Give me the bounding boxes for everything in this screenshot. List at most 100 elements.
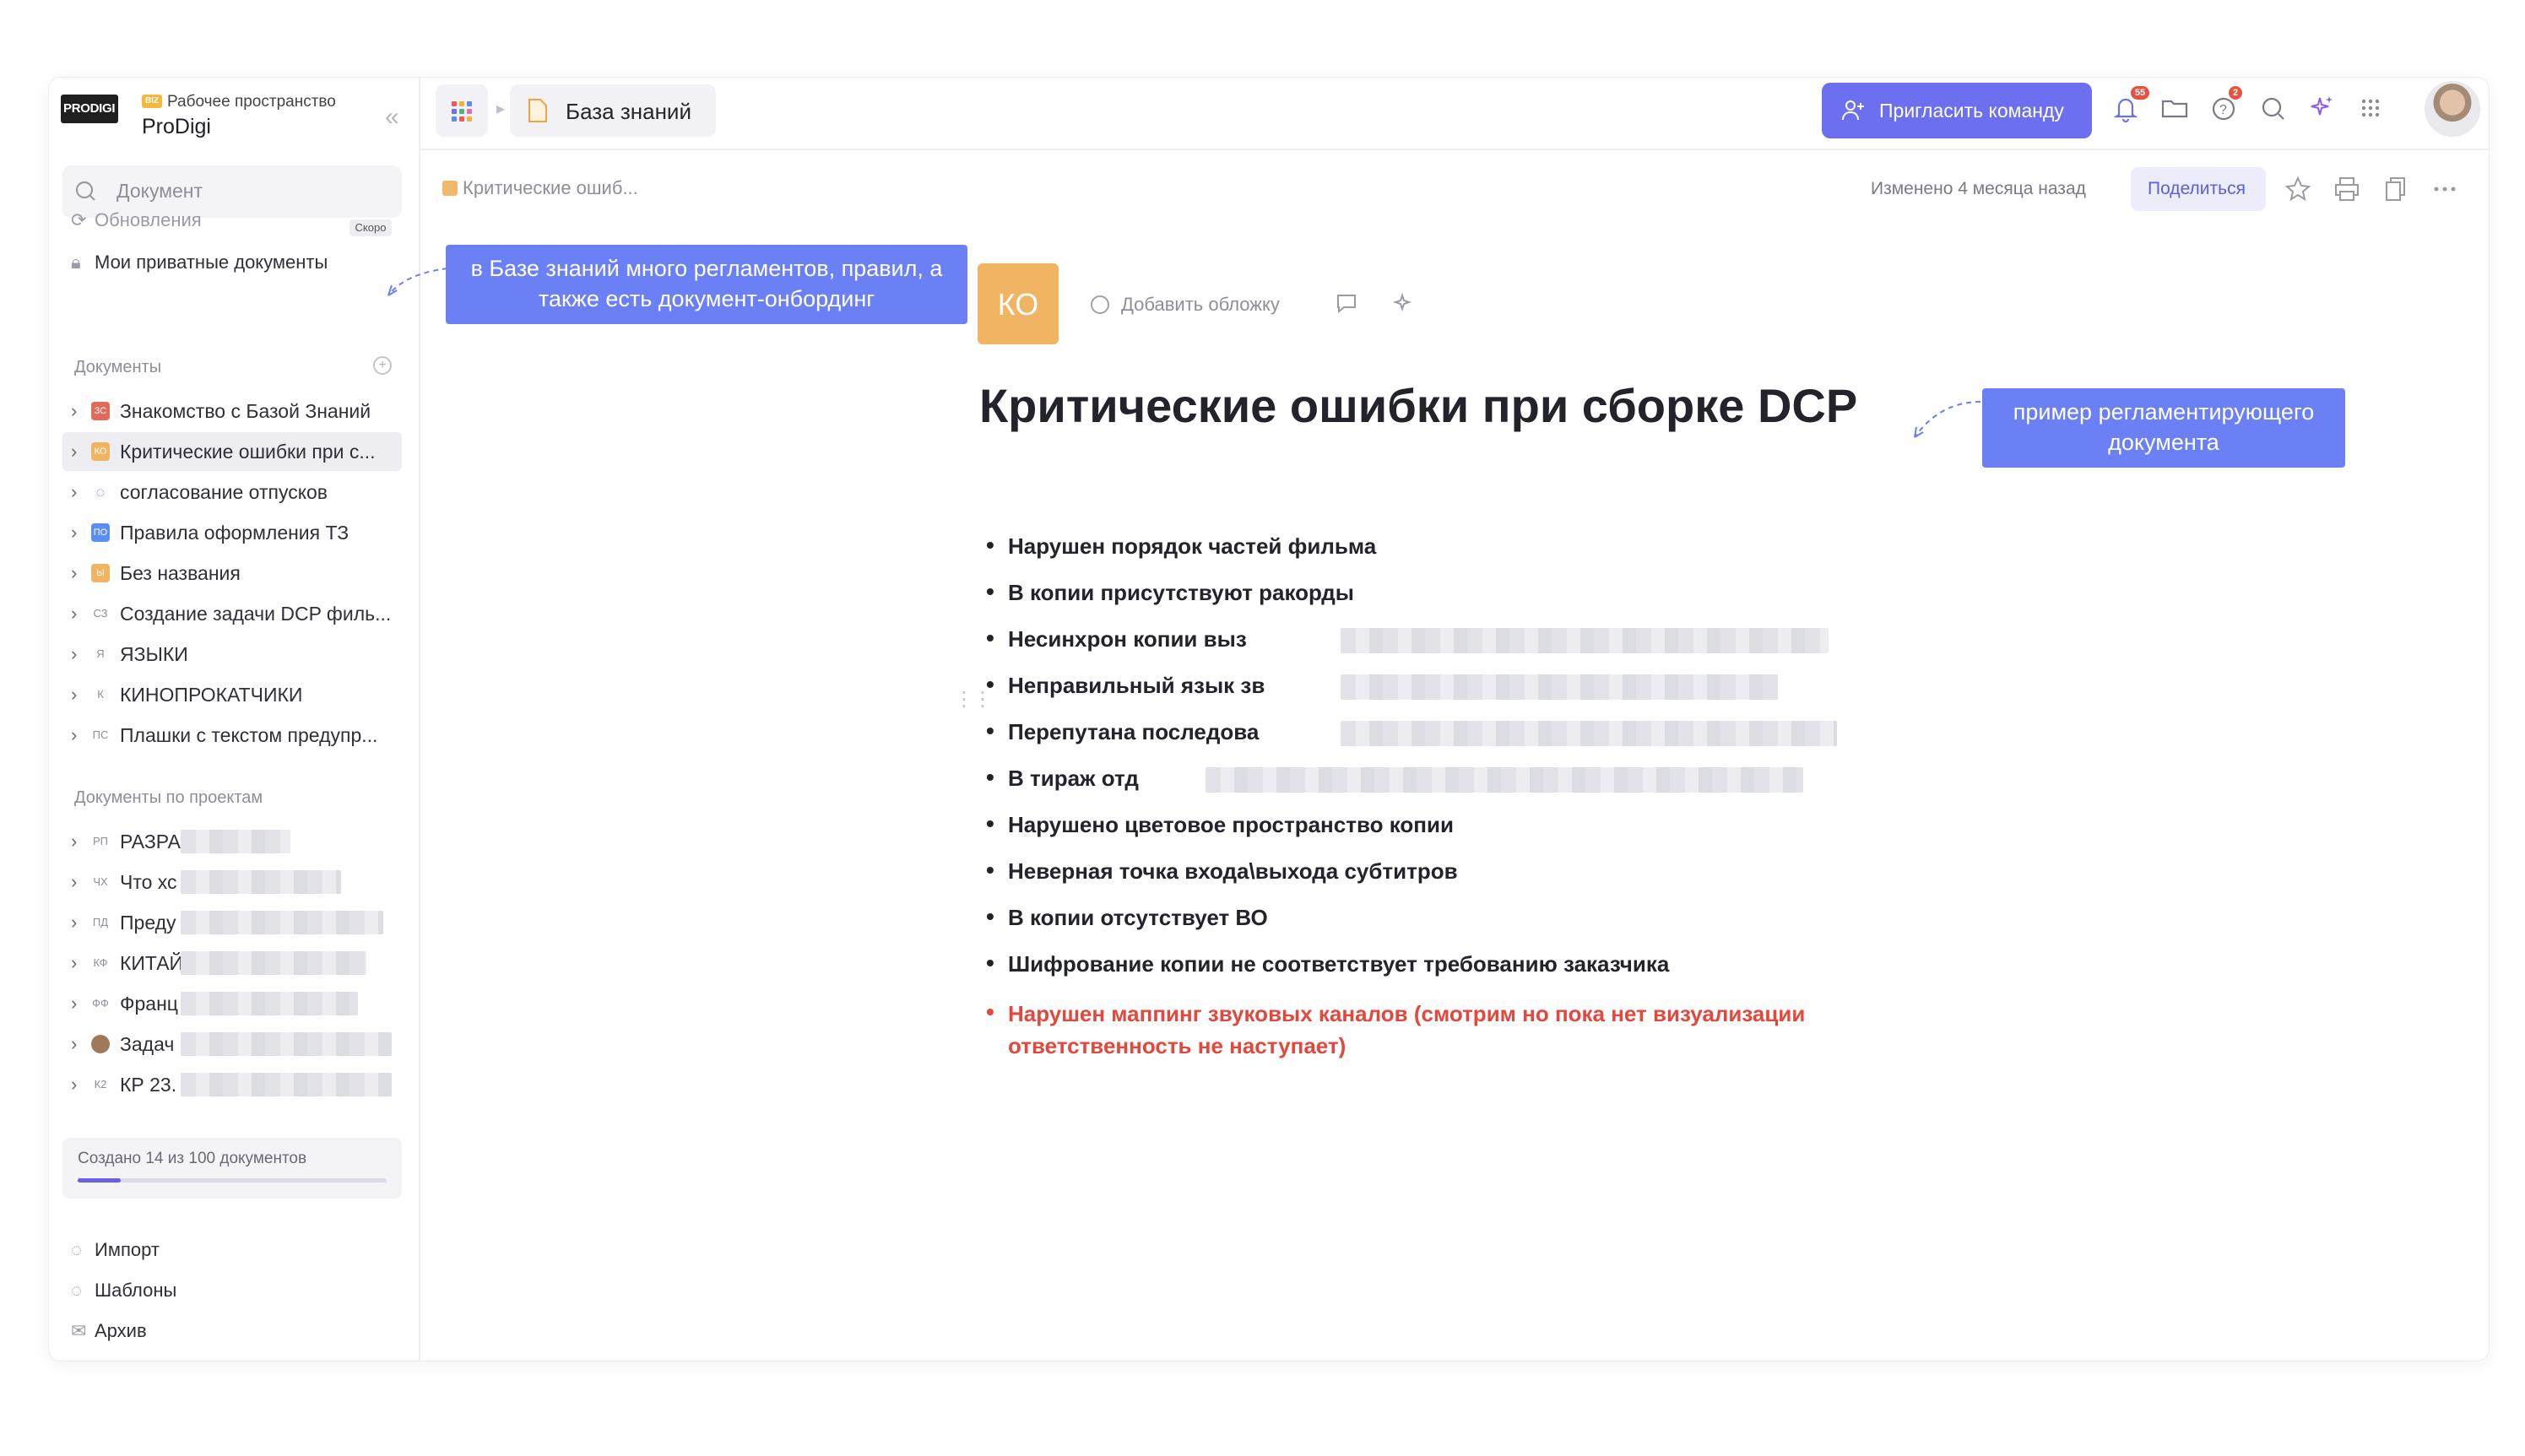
soon-badge: Скоро <box>349 219 392 236</box>
bullet-item[interactable]: Нарушен порядок частей фильма <box>986 532 1376 560</box>
apps-menu-button[interactable] <box>436 84 488 137</box>
document-icon <box>528 99 547 122</box>
sidebar-doc-label: ЯЗЫКИ <box>120 643 188 665</box>
redacted-text <box>181 911 383 934</box>
refresh-icon: ⟳ <box>71 209 87 230</box>
annotation-right: пример регламентирующего документа <box>1982 388 2345 468</box>
chevron-right-icon[interactable]: › <box>71 724 77 746</box>
sidebar-project-item[interactable]: › К2 КР 23. <box>62 1065 402 1104</box>
bullet-item[interactable]: Неправильный язык зв <box>986 671 1265 699</box>
chevron-right-icon[interactable]: › <box>71 952 77 974</box>
sidebar: PRODIGI BIZ Рабочее пространство ProDigi… <box>49 78 420 1361</box>
document-breadcrumb-icon <box>442 181 458 196</box>
chevron-right-icon[interactable]: › <box>71 831 77 852</box>
bullet-item[interactable]: Нарушен маппинг звуковых каналов (смотри… <box>986 996 1886 1062</box>
more-icon[interactable] <box>2430 174 2460 204</box>
sidebar-project-item[interactable]: › ПД Преду <box>62 903 402 942</box>
section-title: База знаний <box>566 99 691 124</box>
quota-bar-fill <box>78 1178 122 1183</box>
sidebar-item-updates[interactable]: ⟳ Обновления <box>71 209 202 231</box>
workspace-logo: PRODIGI <box>61 95 118 123</box>
sidebar-doc-label: Знакомство с Базой Знаний <box>120 400 371 422</box>
sidebar-item-templates[interactable]: ◌ Шаблоны <box>71 1280 176 1302</box>
chevron-right-icon[interactable]: › <box>71 643 77 665</box>
chevron-right-icon[interactable]: › <box>71 522 77 544</box>
projects-section-title: Документы по проектам <box>74 788 263 807</box>
section-button[interactable]: База знаний <box>510 84 716 137</box>
chevron-right-icon[interactable]: › <box>71 562 77 584</box>
sidebar-doc-item[interactable]: › КО Критические ошибки при с... <box>62 432 402 471</box>
ai-sparkle-icon[interactable] <box>2305 91 2338 125</box>
sidebar-project-item[interactable]: › РП РАЗРА <box>62 822 402 861</box>
sidebar-item-archive[interactable]: ✉︎ Архив <box>71 1320 147 1342</box>
chevron-right-icon[interactable]: › <box>71 912 77 934</box>
bullet-item[interactable]: Шифрование копии не соответствует требов… <box>986 950 1669 977</box>
modified-time: Изменено 4 месяца назад <box>1871 179 2086 198</box>
redacted-text <box>181 1032 392 1056</box>
sidebar-project-item[interactable]: › ЧХ Что хс <box>62 863 402 901</box>
chevron-right-icon[interactable]: › <box>71 993 77 1015</box>
bullet-item[interactable]: В копии отсутствует ВО <box>986 903 1268 931</box>
workspace-switcher[interactable]: PRODIGI BIZ Рабочее пространство ProDigi… <box>61 84 412 138</box>
chevron-right-icon[interactable]: › <box>71 871 77 893</box>
sidebar-doc-item[interactable]: › Ы Без названия <box>62 554 402 593</box>
add-document-icon[interactable]: + <box>373 356 392 375</box>
add-cover-button[interactable]: Добавить обложку <box>1091 294 1280 316</box>
collapse-sidebar-icon[interactable]: « <box>385 103 399 132</box>
sidebar-project-item[interactable]: › КФ КИТАЙ <box>62 944 402 982</box>
app-window: PRODIGI BIZ Рабочее пространство ProDigi… <box>49 78 2489 1361</box>
document-breadcrumb[interactable]: Критические ошиб... <box>442 177 638 199</box>
sidebar-doc-item[interactable]: › ПС Плашки с текстом предупр... <box>62 716 402 755</box>
chevron-right-icon[interactable]: › <box>71 684 77 706</box>
invite-team-button[interactable]: Пригласить команду <box>1822 83 2092 138</box>
redacted-text <box>1206 767 1803 793</box>
sidebar-doc-item[interactable]: › ◌ согласование отпусков <box>62 473 402 511</box>
redacted-text <box>1341 628 1829 653</box>
chevron-right-icon[interactable]: › <box>71 603 77 625</box>
sidebar-doc-item[interactable]: › ПО Правила оформления ТЗ <box>62 513 402 552</box>
sidebar-doc-item[interactable]: › ЗС Знакомство с Базой Знаний <box>62 392 402 430</box>
sidebar-project-item[interactable]: › ФФ Франц <box>62 984 402 1023</box>
bullet-item[interactable]: Нарушено цветовое пространство копии <box>986 810 1454 838</box>
bullet-item[interactable]: Перепутана последова <box>986 717 1259 745</box>
sidebar-project-label: Что хс <box>120 871 177 893</box>
folder-icon[interactable] <box>2158 91 2192 125</box>
comment-icon[interactable] <box>1334 290 1359 316</box>
workspace-subtitle: Рабочее пространство <box>167 93 336 111</box>
share-button[interactable]: Поделиться <box>2131 167 2266 211</box>
grid-menu-icon[interactable] <box>2354 91 2387 125</box>
chevron-right-icon[interactable]: › <box>71 481 77 503</box>
bullet-item[interactable]: В тираж отд <box>986 764 1139 792</box>
sidebar-project-label: Преду <box>120 912 176 934</box>
sidebar-project-item[interactable]: › Задач <box>62 1025 402 1064</box>
bullet-item[interactable]: В копии присутствуют ракорды <box>986 578 1354 606</box>
sidebar-doc-item[interactable]: › Я ЯЗЫКИ <box>62 635 402 674</box>
chevron-right-icon[interactable]: › <box>71 1033 77 1055</box>
copy-icon[interactable] <box>2381 174 2411 204</box>
user-avatar[interactable] <box>2425 81 2480 137</box>
sidebar-doc-label: согласование отпусков <box>120 481 328 503</box>
search-icon[interactable] <box>2256 91 2289 125</box>
print-icon[interactable] <box>2332 174 2362 204</box>
document-icon-tile[interactable]: КО <box>978 263 1059 344</box>
archive-icon: ✉︎ <box>71 1320 87 1341</box>
chevron-right-icon[interactable]: › <box>71 1074 77 1096</box>
sidebar-doc-item[interactable]: › СЗ Создание задачи DCP филь... <box>62 594 402 633</box>
ai-sparkle-icon[interactable] <box>1391 290 1417 316</box>
sidebar-project-label: Задач <box>120 1033 175 1055</box>
invite-team-label: Пригласить команду <box>1879 100 2064 122</box>
document-badge-icon: СЗ <box>93 607 108 620</box>
chevron-right-icon[interactable]: › <box>71 400 77 422</box>
sidebar-item-private-docs[interactable]: 🔒︎ Мои приватные документы <box>71 252 328 273</box>
bullet-item[interactable]: Неверная точка входа\выхода субтитров <box>986 857 1458 885</box>
bullet-item[interactable]: Несинхрон копии выз <box>986 625 1247 652</box>
chevron-right-icon[interactable]: › <box>71 441 77 463</box>
star-icon[interactable] <box>2283 174 2313 204</box>
document-badge-icon: Я <box>96 647 105 660</box>
project-image-icon <box>91 1035 110 1053</box>
redacted-text <box>1341 721 1837 746</box>
document-title[interactable]: Критические ошибки при сборке DCP <box>979 382 1908 430</box>
templates-icon: ◌ <box>71 1280 83 1301</box>
sidebar-item-import[interactable]: ◌ Импорт <box>71 1239 160 1261</box>
sidebar-doc-item[interactable]: › К КИНОПРОКАТЧИКИ <box>62 675 402 714</box>
